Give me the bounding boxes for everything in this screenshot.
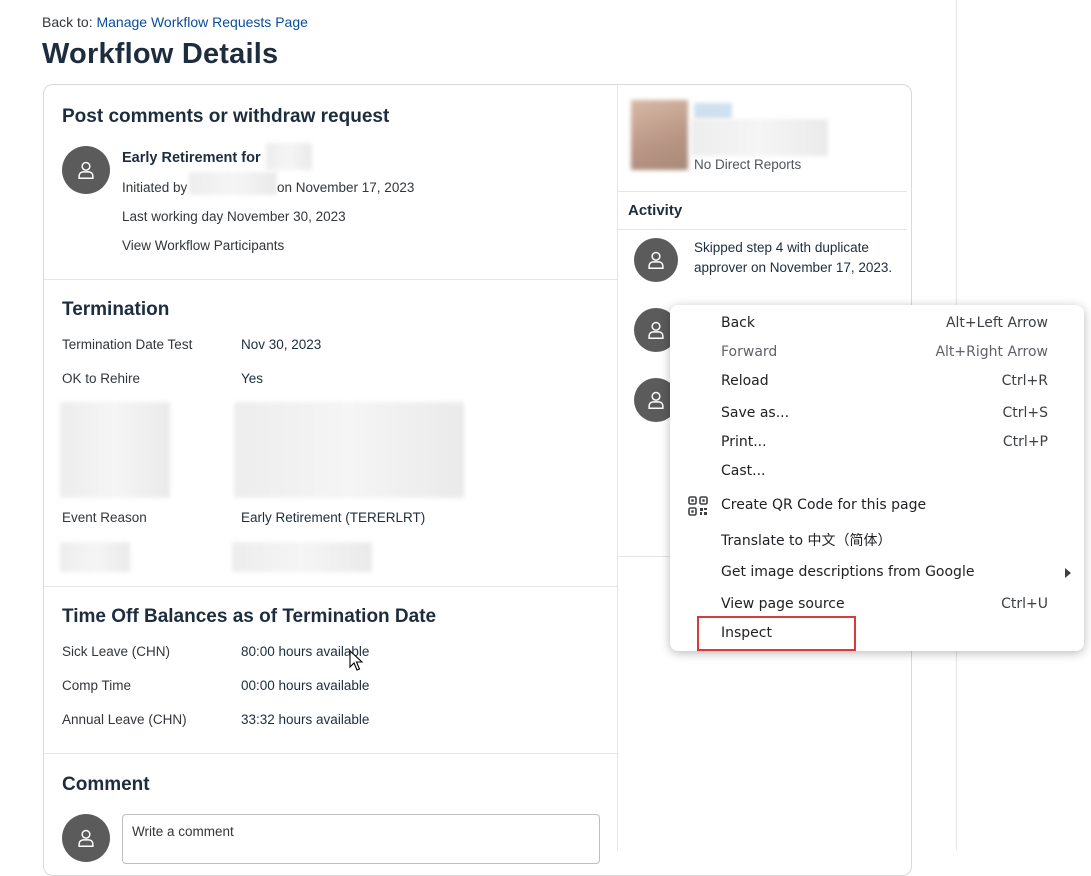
menu-item-shortcut: Ctrl+P [1002,434,1048,450]
section-divider [44,279,617,280]
activity-item-text: Skipped step 4 with duplicate approver o… [694,240,893,275]
ok-to-rehire-value: Yes [241,371,264,386]
person-icon [648,391,664,409]
redacted-label [60,542,130,572]
activity-avatar [634,238,678,282]
menu-item-label: Translate to 中文（简体） [721,533,892,549]
menu-item-label: Forward [721,344,778,360]
menu-item-forward[interactable]: Forward Alt+Right Arrow [670,340,1084,366]
time-off-title: Time Off Balances as of Termination Date [62,606,437,627]
menu-item-create-qr-code[interactable]: Create QR Code for this page [670,493,1084,519]
context-menu: Back Alt+Left Arrow Forward Alt+Right Ar… [670,305,1084,651]
activity-title: Activity [628,202,683,219]
menu-item-image-descriptions[interactable]: Get image descriptions from Google [670,560,1084,586]
comment-placeholder: Write a comment [132,824,234,839]
termination-title: Termination [62,299,170,320]
annual-leave-value: 33:32 hours available [241,712,370,727]
redacted-labels [60,402,170,498]
redacted-profile-name [694,103,732,119]
view-workflow-participants-link[interactable]: View Workflow Participants [122,238,284,253]
qr-code-icon [688,496,708,516]
profile-photo [631,100,688,170]
person-icon [648,251,664,269]
menu-item-back[interactable]: Back Alt+Left Arrow [670,311,1084,337]
menu-item-label: View page source [721,596,845,612]
person-icon [78,161,94,179]
mouse-cursor-icon [349,650,364,671]
requester-avatar [62,146,110,194]
menu-item-reload[interactable]: Reload Ctrl+R [670,369,1084,395]
person-icon [648,321,664,339]
menu-item-label: Cast... [721,463,766,479]
termination-date-label: Termination Date Test [62,337,193,352]
menu-item-shortcut: Alt+Left Arrow [945,315,1048,331]
menu-item-label: Print... [721,434,767,450]
inspect-highlight-box [697,616,856,651]
menu-item-label: Create QR Code for this page [721,497,927,513]
breadcrumb-prefix: Back to: [42,14,93,30]
section-divider [44,586,617,587]
menu-item-label: Reload [721,373,769,389]
menu-item-save-as[interactable]: Save as... Ctrl+S [670,401,1084,427]
submenu-arrow-icon [1065,568,1071,578]
breadcrumb: Back to: Manage Workflow Requests Page [42,14,308,30]
activity-divider [618,229,907,230]
menu-item-shortcut: Ctrl+R [1001,373,1048,389]
annual-leave-label: Annual Leave (CHN) [62,712,187,727]
menu-item-label: Get image descriptions from Google [721,564,975,580]
sick-leave-label: Sick Leave (CHN) [62,644,171,659]
menu-item-print[interactable]: Print... Ctrl+P [670,430,1084,456]
menu-item-translate[interactable]: Translate to 中文（简体） [670,526,1084,552]
commenter-avatar [62,814,110,862]
direct-reports-text: No Direct Reports [694,157,802,172]
menu-item-label: Save as... [721,405,790,421]
profile-divider [618,191,907,192]
person-icon [78,829,94,847]
event-reason-label: Event Reason [62,510,147,525]
post-comments-title: Post comments or withdraw request [62,106,390,127]
comment-input[interactable]: Write a comment [122,814,600,864]
comment-title: Comment [62,774,150,795]
menu-item-shortcut: Ctrl+S [1002,405,1048,421]
redacted-profile-title [691,119,828,156]
menu-item-view-page-source[interactable]: View page source Ctrl+U [670,592,1084,618]
initiated-by-label: Initiated by [122,180,188,195]
comp-time-label: Comp Time [62,678,132,693]
card-column-divider [617,85,618,850]
redacted-name [266,143,312,170]
comp-time-value: 00:00 hours available [241,678,370,693]
redacted-value [232,542,372,572]
redacted-values [234,402,464,498]
event-reason-value: Early Retirement (TERERLRT) [241,510,426,525]
menu-item-cast[interactable]: Cast... [670,459,1084,485]
termination-date-value: Nov 30, 2023 [241,337,322,352]
menu-item-shortcut: Ctrl+U [1001,596,1048,612]
initiated-date: on November 17, 2023 [277,180,415,195]
redacted-initiator [189,172,277,195]
last-working-day: Last working day November 30, 2023 [122,209,346,224]
request-title: Early Retirement for [122,150,261,166]
manage-workflow-requests-link[interactable]: Manage Workflow Requests Page [96,14,307,30]
page-title: Workflow Details [42,38,279,70]
menu-item-shortcut: Alt+Right Arrow [935,344,1048,360]
menu-item-label: Back [721,315,755,331]
ok-to-rehire-label: OK to Rehire [62,371,141,386]
section-divider [44,753,617,754]
